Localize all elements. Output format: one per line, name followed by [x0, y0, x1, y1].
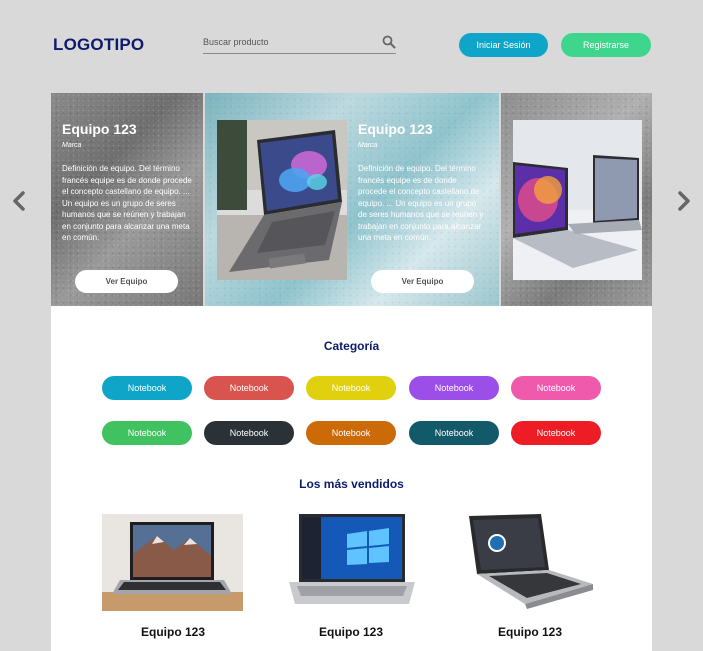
search-icon[interactable]: [382, 35, 396, 49]
categories-title: Categoría: [323, 339, 380, 353]
carousel-card: Equipo 123 Marca Definición de equipo. D…: [205, 93, 499, 306]
category-chip[interactable]: Notebook: [306, 376, 396, 400]
product-name: Equipo 123: [497, 625, 562, 639]
category-chip[interactable]: Notebook: [102, 376, 192, 400]
login-button[interactable]: Iniciar Sesión: [459, 33, 548, 57]
search-bar: [203, 32, 396, 54]
category-chip[interactable]: Notebook: [409, 376, 499, 400]
category-chip[interactable]: Notebook: [511, 421, 601, 445]
register-button[interactable]: Registrarse: [561, 33, 651, 57]
card-title: Equipo 123: [358, 121, 433, 137]
category-chip[interactable]: Notebook: [204, 376, 294, 400]
carousel-prev-arrow-icon[interactable]: [11, 189, 27, 213]
laptop-image: [513, 120, 642, 280]
product-carousel: Equipo 123 Marca Definición de equipo. D…: [51, 93, 652, 306]
category-chip[interactable]: Notebook: [409, 421, 499, 445]
category-chip[interactable]: Notebook: [204, 421, 294, 445]
category-chip[interactable]: Notebook: [511, 376, 601, 400]
best-sellers-title: Los más vendidos: [299, 477, 404, 491]
card-brand: Marca: [62, 142, 82, 149]
product-name: Equipo 123: [318, 625, 383, 639]
product-image: [463, 512, 596, 609]
view-equipment-button[interactable]: Ver Equipo: [75, 270, 178, 293]
carousel-card: [501, 93, 652, 306]
product-image: [102, 514, 243, 611]
laptop-image: [217, 120, 347, 280]
card-title: Equipo 123: [62, 121, 137, 137]
main-content: Categoría Notebook Notebook Notebook Not…: [51, 306, 652, 651]
logo[interactable]: LOGOTIPO: [53, 35, 144, 55]
view-equipment-button[interactable]: Ver Equipo: [371, 270, 474, 293]
card-description: Definición de equipo. Del término francé…: [62, 164, 192, 242]
product-name: Equipo 123: [140, 625, 205, 639]
product-image: [287, 512, 415, 609]
category-chip[interactable]: Notebook: [102, 421, 192, 445]
search-input[interactable]: [203, 32, 373, 52]
carousel-card: Equipo 123 Marca Definición de equipo. D…: [51, 93, 203, 306]
card-brand: Marca: [358, 142, 378, 149]
carousel-next-arrow-icon[interactable]: [676, 189, 692, 213]
card-description: Definición de equipo. Del término francé…: [358, 164, 484, 242]
category-chip[interactable]: Notebook: [306, 421, 396, 445]
